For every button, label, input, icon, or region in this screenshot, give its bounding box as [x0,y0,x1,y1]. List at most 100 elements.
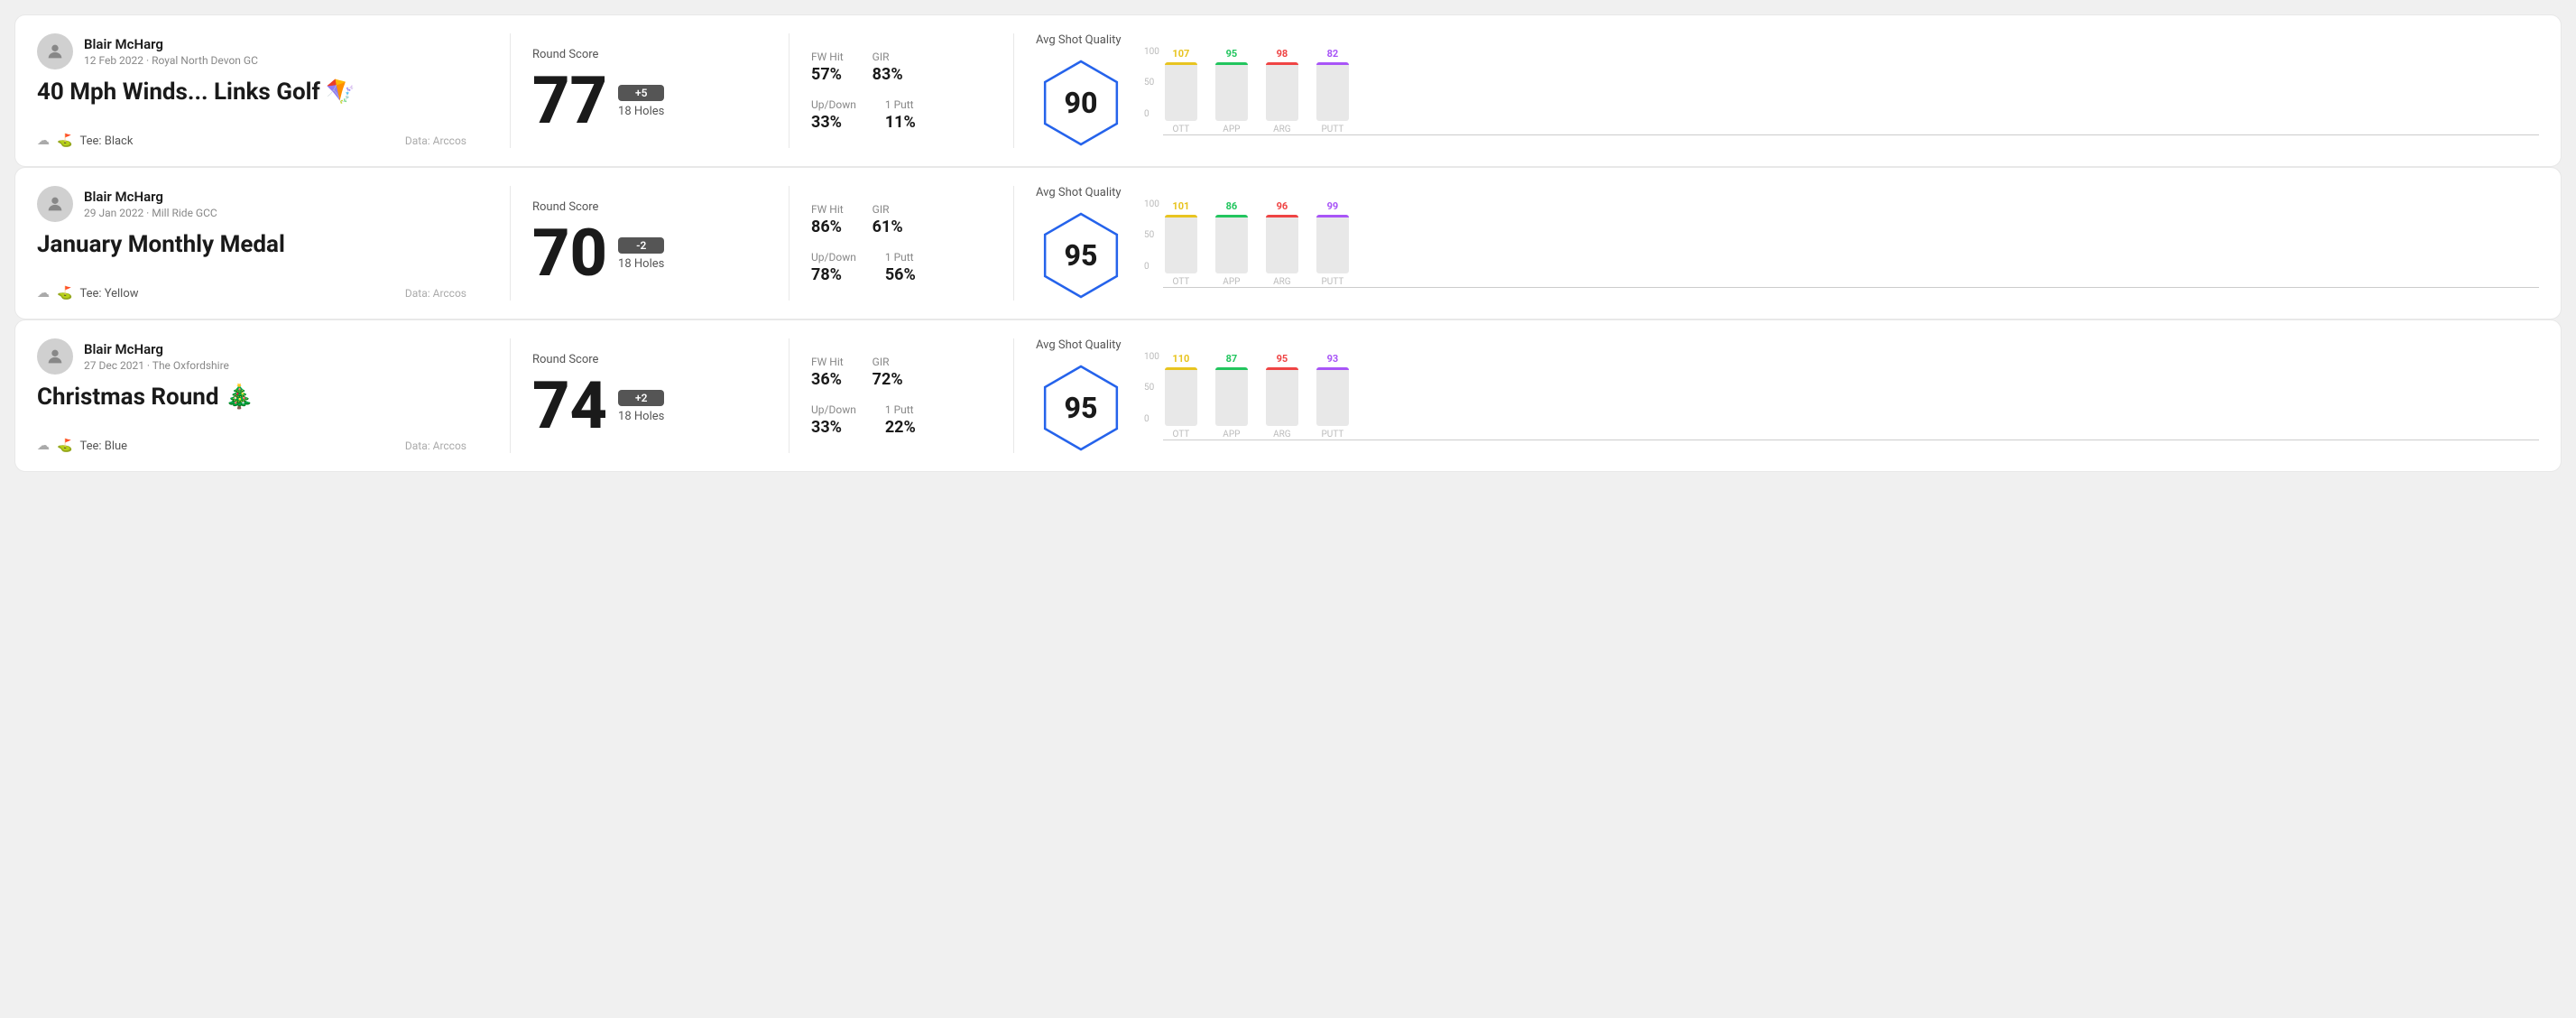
bar-label: OTT [1172,430,1189,440]
card-footer: ☁ ⛳ Tee: Blue Data: Arccos [37,439,466,453]
bar-chart: 100 50 0 101 OTT 86 APP 96 [1144,199,2539,288]
bar-label: PUTT [1321,125,1343,134]
bar-label: ARG [1273,277,1291,287]
bar-background [1215,367,1248,426]
bar-background [1266,62,1298,121]
fw-hit-value: 57% [811,65,844,84]
score-value: 70 [532,221,607,286]
oneputt-stat: 1 Putt 11% [885,98,916,132]
score-badge: -2 [618,237,664,254]
bar-accent [1266,215,1298,217]
weather-icon: ☁ [37,134,50,148]
bar-label: APP [1223,430,1240,440]
y-axis: 100 50 0 [1144,47,1163,119]
bar-accent [1215,215,1248,217]
card-quality-section: Avg Shot Quality 95 100 50 0 [1036,338,2539,453]
weather-icon: ☁ [37,286,50,301]
oneputt-label: 1 Putt [885,98,916,111]
bar-value: 86 [1226,200,1238,212]
tee-label: Tee: Yellow [79,287,138,301]
bar-accent [1316,215,1349,217]
bar-chart: 100 50 0 107 OTT 95 APP 98 [1144,47,2539,135]
divider [510,33,511,148]
bar-label: PUTT [1321,430,1343,440]
card-stats-section: FW Hit 36% GIR 72% Up/Down 33% 1 Putt [811,338,992,453]
bar-label: PUTT [1321,277,1343,287]
data-source: Data: Arccos [405,440,466,452]
bar-background [1316,62,1349,121]
bar-background [1165,62,1197,121]
gir-value: 72% [873,370,903,389]
bar-column: 101 OTT [1163,200,1199,287]
bar-accent [1266,367,1298,370]
weather-icon: ☁ [37,439,50,453]
bar-background [1215,62,1248,121]
bar-value: 95 [1226,48,1238,60]
bar-accent [1165,367,1197,370]
score-holes: 18 Holes [618,410,664,423]
y-axis: 100 50 0 [1144,352,1163,424]
player-name: Blair McHarg [84,189,217,205]
score-details: +5 18 Holes [618,85,664,118]
y-tick: 50 [1144,230,1159,240]
shot-quality-score: 95 [1065,238,1098,273]
player-info: Blair McHarg 29 Jan 2022 · Mill Ride GCC [84,189,217,219]
round-card: Blair McHarg 12 Feb 2022 · Royal North D… [14,14,2562,167]
quality-left: Avg Shot Quality 95 [1036,338,1126,453]
stats-row-bottom: Up/Down 33% 1 Putt 22% [811,403,970,437]
tee-label: Tee: Blue [79,440,127,453]
card-footer: ☁ ⛳ Tee: Black Data: Arccos [37,134,466,148]
bar-accent [1165,215,1197,217]
score-badge: +2 [618,390,664,406]
hexagon-wrapper: 95 [1036,210,1126,301]
stats-row-bottom: Up/Down 78% 1 Putt 56% [811,251,970,284]
gir-label: GIR [873,203,903,216]
card-stats-section: FW Hit 86% GIR 61% Up/Down 78% 1 Putt [811,186,992,301]
bar-label: APP [1223,125,1240,134]
bar-label: ARG [1273,125,1291,134]
round-title: January Monthly Medal [37,231,466,259]
round-title: Christmas Round 🎄 [37,384,466,412]
updown-stat: Up/Down 78% [811,251,856,284]
card-header: Blair McHarg 12 Feb 2022 · Royal North D… [37,33,466,69]
card-left-section: Blair McHarg 12 Feb 2022 · Royal North D… [37,33,488,148]
hexagon-wrapper: 90 [1036,58,1126,148]
bar-label: OTT [1172,277,1189,287]
bar-accent [1165,62,1197,65]
avg-shot-quality-label: Avg Shot Quality [1036,33,1122,47]
bar-value: 101 [1172,200,1189,212]
avg-shot-quality-label: Avg Shot Quality [1036,186,1122,199]
fw-hit-label: FW Hit [811,203,844,216]
bar-accent [1215,62,1248,65]
bars-row: 107 OTT 95 APP 98 ARG 82 PU [1163,62,2539,134]
bar-column: 96 ARG [1264,200,1300,287]
bar-value: 95 [1277,353,1288,365]
updown-value: 33% [811,418,856,437]
score-row: 70 -2 18 Holes [532,221,745,286]
bar-accent [1316,62,1349,65]
tee-icon: ⛳ [57,286,72,301]
stats-row-top: FW Hit 86% GIR 61% [811,203,970,236]
updown-label: Up/Down [811,251,856,264]
bar-column: 95 APP [1214,48,1250,134]
player-name: Blair McHarg [84,36,258,52]
gir-stat: GIR 72% [873,356,903,389]
divider [510,338,511,453]
card-score-section: Round Score 77 +5 18 Holes [532,33,767,148]
hexagon-wrapper: 95 [1036,363,1126,453]
bar-column: 98 ARG [1264,48,1300,134]
oneputt-value: 56% [885,265,916,284]
card-stats-section: FW Hit 57% GIR 83% Up/Down 33% 1 Putt [811,33,992,148]
gir-stat: GIR 61% [873,203,903,236]
round-score-label: Round Score [532,200,745,214]
player-info: Blair McHarg 12 Feb 2022 · Royal North D… [84,36,258,67]
quality-left: Avg Shot Quality 90 [1036,33,1126,148]
bar-value: 96 [1277,200,1288,212]
y-tick: 50 [1144,383,1159,393]
bar-chart: 100 50 0 110 OTT 87 APP 95 [1144,352,2539,440]
stats-row-bottom: Up/Down 33% 1 Putt 11% [811,98,970,132]
tee-info: ☁ ⛳ Tee: Yellow [37,286,139,301]
gir-value: 61% [873,217,903,236]
divider [1013,186,1014,301]
bar-accent [1266,62,1298,65]
